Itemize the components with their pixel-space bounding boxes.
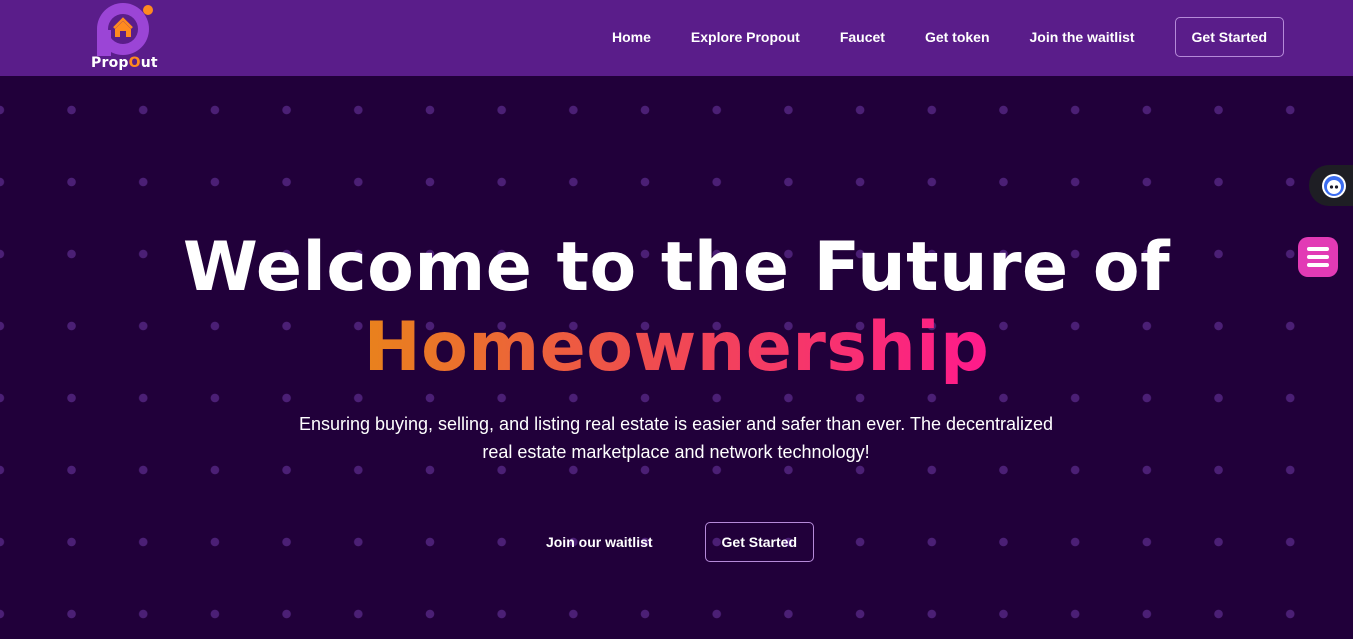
nav-link-home[interactable]: Home	[612, 29, 651, 45]
hero-subtitle-line1: Ensuring buying, selling, and listing re…	[298, 414, 1054, 434]
hero-title-line1: Welcome to the Future of	[182, 228, 1171, 307]
nav-get-started-button[interactable]: Get Started	[1174, 17, 1284, 57]
hero-title: Welcome to the Future of Homeownership	[0, 228, 1353, 388]
nav-link-faucet[interactable]: Faucet	[840, 29, 885, 45]
nav-link-join-waitlist[interactable]: Join the waitlist	[1030, 29, 1135, 45]
hamburger-menu-button[interactable]	[1298, 237, 1338, 277]
nav-link-get-token[interactable]: Get token	[925, 29, 990, 45]
hero-get-started-button[interactable]: Get Started	[704, 522, 815, 562]
hero-title-highlight: Homeownership	[363, 308, 990, 387]
propout-logo[interactable]: PropOut	[88, 2, 160, 72]
brand-name: PropOut	[91, 55, 158, 71]
nav-links: Home Explore Propout Faucet Get token Jo…	[612, 17, 1284, 57]
nav-link-explore-propout[interactable]: Explore Propout	[691, 29, 800, 45]
assistant-bot-icon	[1322, 173, 1346, 198]
hero-subtitle: Ensuring buying, selling, and listing re…	[276, 410, 1076, 466]
hero-subtitle-line2: real estate marketplace and network tech…	[482, 442, 870, 462]
hero-actions: Join our waitlist Get Started	[0, 522, 1353, 562]
assistant-widget[interactable]	[1309, 165, 1353, 206]
propout-logo-icon	[97, 3, 153, 56]
hamburger-menu-icon	[1307, 247, 1329, 251]
join-waitlist-link[interactable]: Join our waitlist	[546, 534, 653, 550]
top-navbar: PropOut Home Explore Propout Faucet Get …	[0, 0, 1353, 76]
